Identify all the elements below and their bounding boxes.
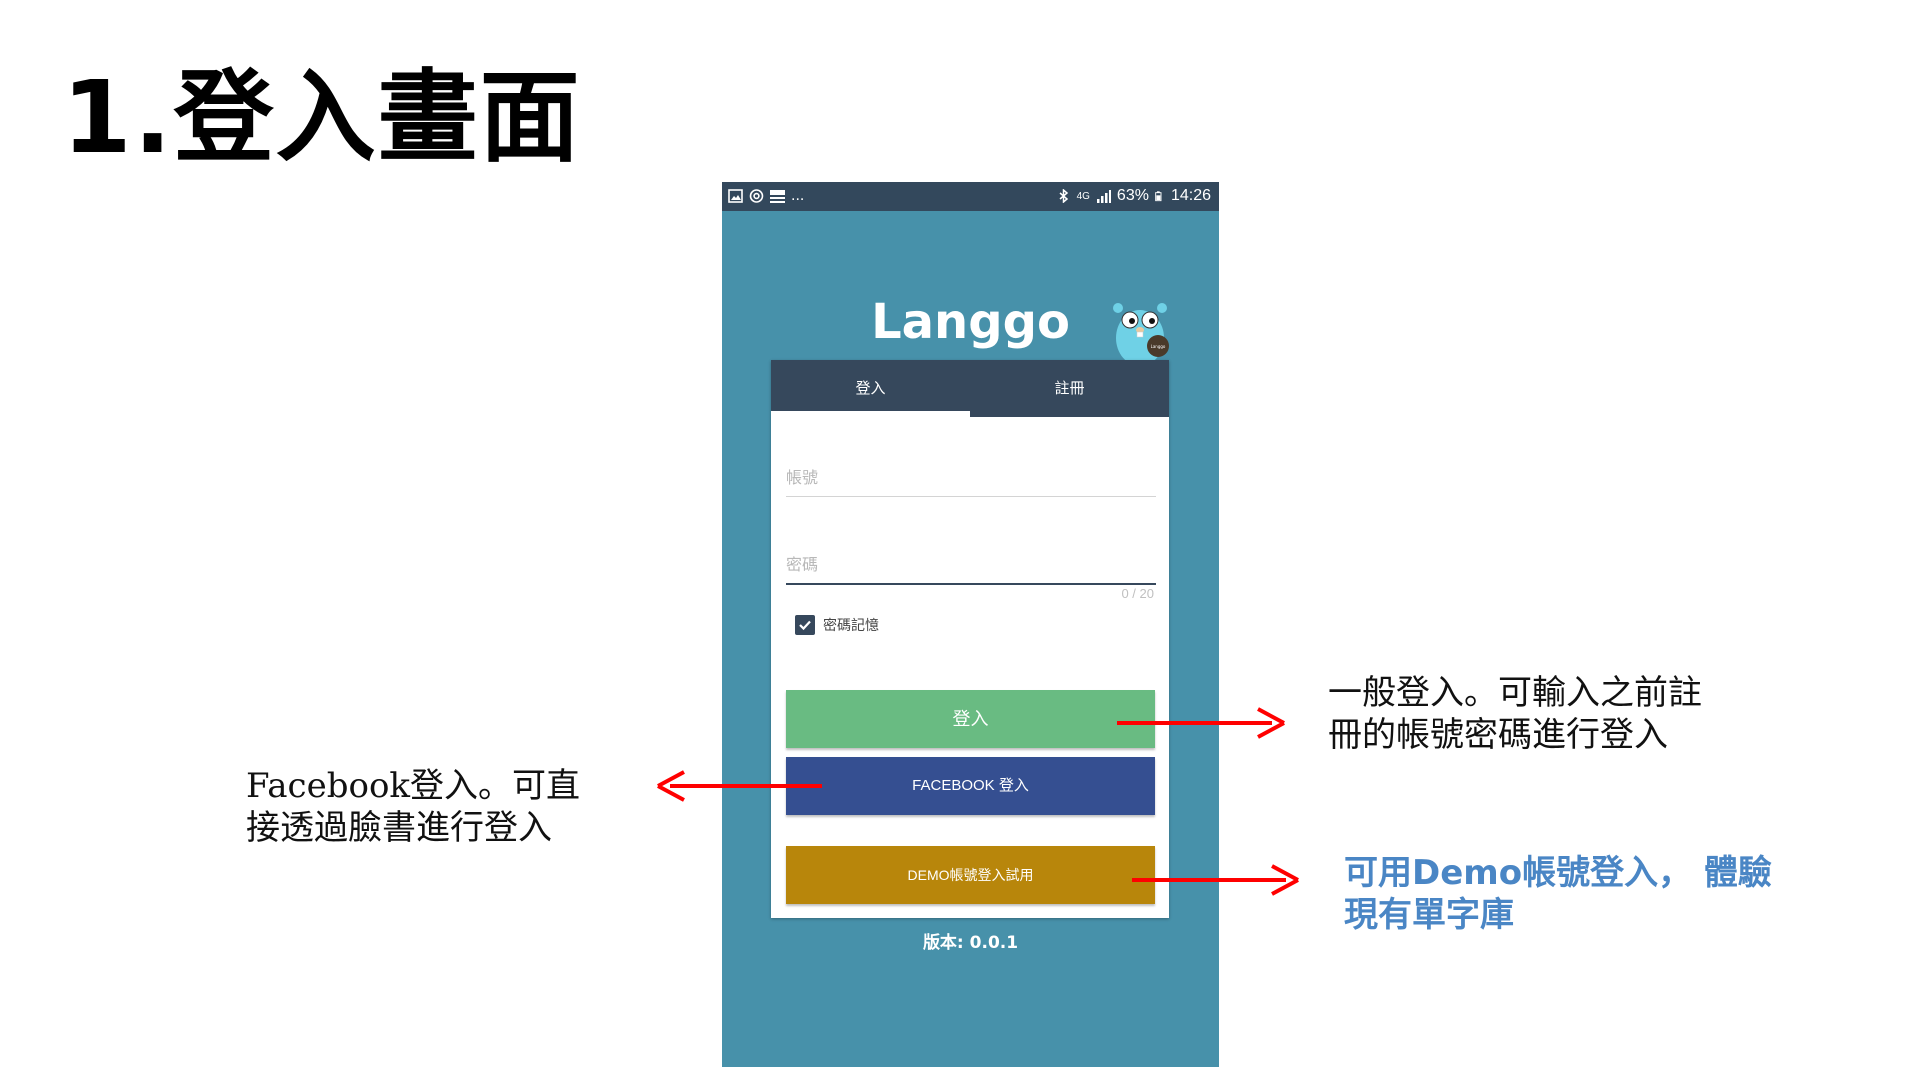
facebook-login-button[interactable]: FACEBOOK 登入	[786, 757, 1155, 815]
checkmark-icon	[799, 620, 811, 631]
status-bar: ... 4G 63% 14:26	[722, 182, 1219, 211]
mascot-badge-text: Langgo	[1151, 344, 1166, 349]
phone-screen: ... 4G 63% 14:26 Langgo Langgo 登入 註冊 帳號 …	[722, 182, 1219, 1067]
login-annotation-line1: 一般登入。可輸入之前註	[1328, 673, 1702, 713]
status-right: 4G 63% 14:26	[1056, 187, 1211, 205]
account-field	[786, 452, 1156, 497]
signal-icon	[1096, 190, 1111, 203]
notification-icon	[770, 190, 785, 203]
status-overflow: ...	[791, 187, 805, 204]
tab-active-indicator	[771, 411, 970, 417]
remember-password[interactable]: 密碼記憶	[795, 615, 879, 635]
remember-label: 密碼記憶	[823, 618, 879, 634]
tab-login[interactable]: 登入	[771, 360, 970, 417]
battery-icon	[1155, 191, 1162, 202]
tab-register[interactable]: 註冊	[970, 360, 1169, 417]
status-left: ...	[728, 187, 804, 205]
battery-percent: 63%	[1116, 187, 1149, 204]
demo-login-button[interactable]: DEMO帳號登入試用	[786, 846, 1155, 904]
demo-annotation-line1: 可用Demo帳號登入， 體驗	[1344, 853, 1772, 893]
bluetooth-icon	[1059, 189, 1068, 203]
version-label: 版本: 0.0.1	[922, 933, 1019, 953]
network-type: 4G	[1076, 190, 1090, 202]
facebook-annotation-line1: Facebook登入。可直	[246, 766, 581, 806]
slide-title: 1.登入畫面	[62, 59, 582, 176]
password-field	[786, 539, 1156, 585]
remember-checkbox[interactable]	[795, 615, 815, 635]
tab-bar: 登入 註冊	[771, 360, 1169, 417]
gopher-mascot-icon: Langgo	[1113, 303, 1169, 364]
login-card: 登入 註冊 0 / 20 密碼記憶 登入 FACEBOOK 登入 DEMO帳號登…	[771, 360, 1169, 918]
login-annotation: 一般登入。可輸入之前註 冊的帳號密碼進行登入	[1328, 672, 1778, 756]
facebook-annotation: Facebook登入。可直 接透過臉書進行登入	[246, 765, 626, 849]
password-char-counter: 0 / 20	[1121, 586, 1154, 601]
facebook-annotation-line2: 接透過臉書進行登入	[246, 808, 552, 848]
at-sign-icon	[749, 189, 764, 203]
clock: 14:26	[1170, 187, 1211, 204]
gallery-icon	[728, 189, 743, 203]
demo-annotation-line2: 現有單字庫	[1344, 895, 1514, 935]
demo-annotation: 可用Demo帳號登入， 體驗 現有單字庫	[1344, 852, 1794, 936]
password-input[interactable]	[786, 539, 1156, 581]
login-annotation-line2: 冊的帳號密碼進行登入	[1328, 715, 1668, 755]
login-button[interactable]: 登入	[786, 690, 1155, 748]
account-input[interactable]	[786, 452, 1156, 494]
